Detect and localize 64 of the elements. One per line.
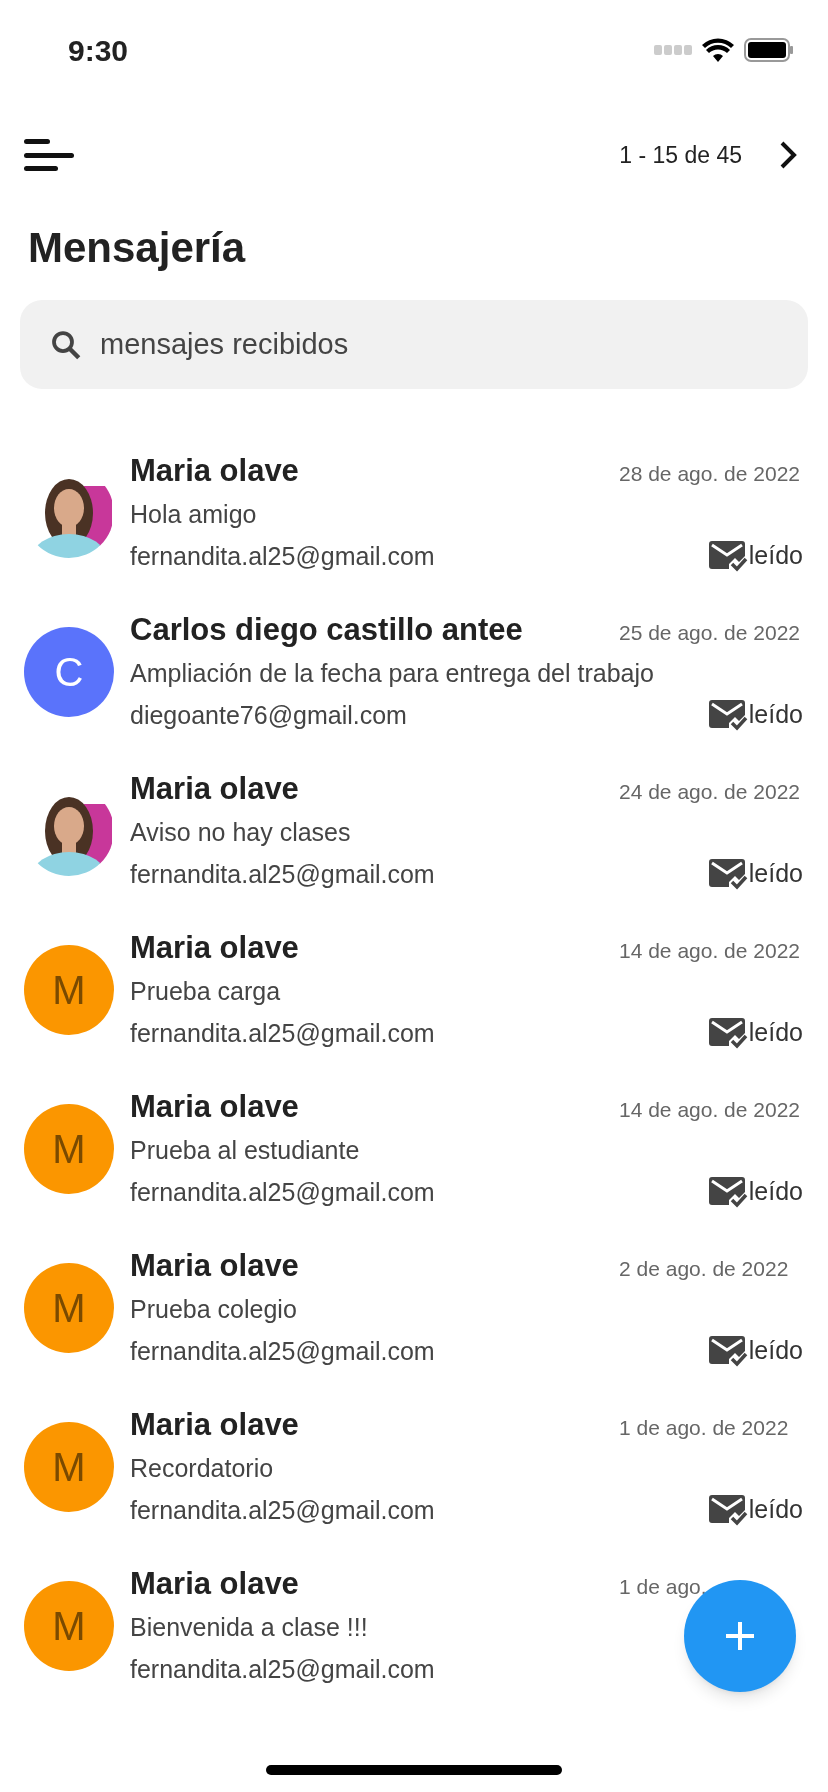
message-subject: Prueba carga (130, 975, 281, 1007)
search-field[interactable]: mensajes recibidos (20, 300, 808, 389)
message-date: 1 de ago. (619, 1573, 707, 1600)
mail-check-icon (708, 538, 749, 573)
sender-email: fernandita.al25@gmail.com (130, 858, 435, 890)
message-subject: Prueba al estudiante (130, 1134, 360, 1166)
message-subject: Hola amigo (130, 498, 257, 530)
signal-icon (654, 45, 692, 55)
message-date: 28 de ago. de 2022 (619, 460, 800, 487)
read-status: leído (748, 1016, 803, 1048)
message-date: 2 de ago. de 2022 (619, 1255, 789, 1282)
avatar: M (24, 1103, 114, 1194)
wifi-icon (702, 38, 734, 62)
search-input[interactable]: mensajes recibidos (100, 322, 780, 367)
battery-icon (744, 38, 794, 62)
sender-email: fernandita.al25@gmail.com (130, 1494, 435, 1526)
sender-email: fernandita.al25@gmail.com (130, 1335, 435, 1367)
message-date: 14 de ago. de 2022 (619, 937, 800, 964)
mail-check-icon (708, 1015, 749, 1050)
page-title: Mensajería (27, 223, 247, 273)
message-subject: Bienvenida a clase !!! (130, 1611, 368, 1643)
sender-email: fernandita.al25@gmail.com (130, 1653, 435, 1685)
mail-check-icon (708, 856, 749, 891)
mail-check-icon (708, 1333, 749, 1368)
avatar: M (24, 1580, 114, 1671)
read-status: leído (748, 1175, 803, 1207)
message-subject: Prueba colegio (130, 1293, 297, 1325)
read-status: leído (748, 857, 803, 889)
sender-name: Maria olave (130, 1246, 299, 1285)
sender-email: fernandita.al25@gmail.com (130, 1176, 435, 1208)
sender-email: diegoante76@gmail.com (130, 699, 407, 731)
message-date: 25 de ago. de 2022 (619, 619, 800, 646)
sender-email: fernandita.al25@gmail.com (130, 540, 435, 572)
message-subject: Ampliación de la fecha para entrega del trabajo (130, 657, 654, 689)
message-date: 14 de ago. de 2022 (619, 1096, 800, 1123)
chevron-right-icon (778, 140, 798, 170)
sender-name: Carlos diego castillo antee (130, 610, 523, 649)
sender-name: Maria olave (130, 1564, 299, 1603)
mail-check-icon (708, 697, 749, 732)
read-status: leído (748, 1493, 803, 1525)
pagination-label: 1 - 15 de 45 (619, 140, 742, 170)
read-status: leído (748, 1334, 803, 1366)
read-status: leído (748, 539, 803, 571)
sender-email: fernandita.al25@gmail.com (130, 1017, 435, 1049)
message-date: 1 de ago. de 2022 (619, 1414, 789, 1441)
sender-name: Maria olave (130, 928, 299, 967)
sender-name: Maria olave (130, 769, 299, 808)
sender-name: Maria olave (130, 1405, 299, 1444)
mail-check-icon (708, 1174, 749, 1209)
sender-name: Maria olave (130, 1087, 299, 1126)
read-status: leído (748, 698, 803, 730)
avatar: M (24, 944, 114, 1035)
message-subject: Aviso no hay clases (130, 816, 351, 848)
message-date: 24 de ago. de 2022 (619, 778, 800, 805)
mail-check-icon (708, 1492, 749, 1527)
menu-icon[interactable] (24, 137, 76, 173)
next-page-button[interactable] (778, 140, 798, 170)
avatar: C (24, 626, 114, 717)
sender-name: Maria olave (130, 451, 299, 490)
plus-icon (724, 1620, 756, 1652)
avatar: M (24, 1262, 114, 1353)
avatar: M (24, 1421, 114, 1512)
message-subject: Recordatorio (130, 1452, 274, 1484)
status-time: 9:30 (68, 32, 129, 69)
